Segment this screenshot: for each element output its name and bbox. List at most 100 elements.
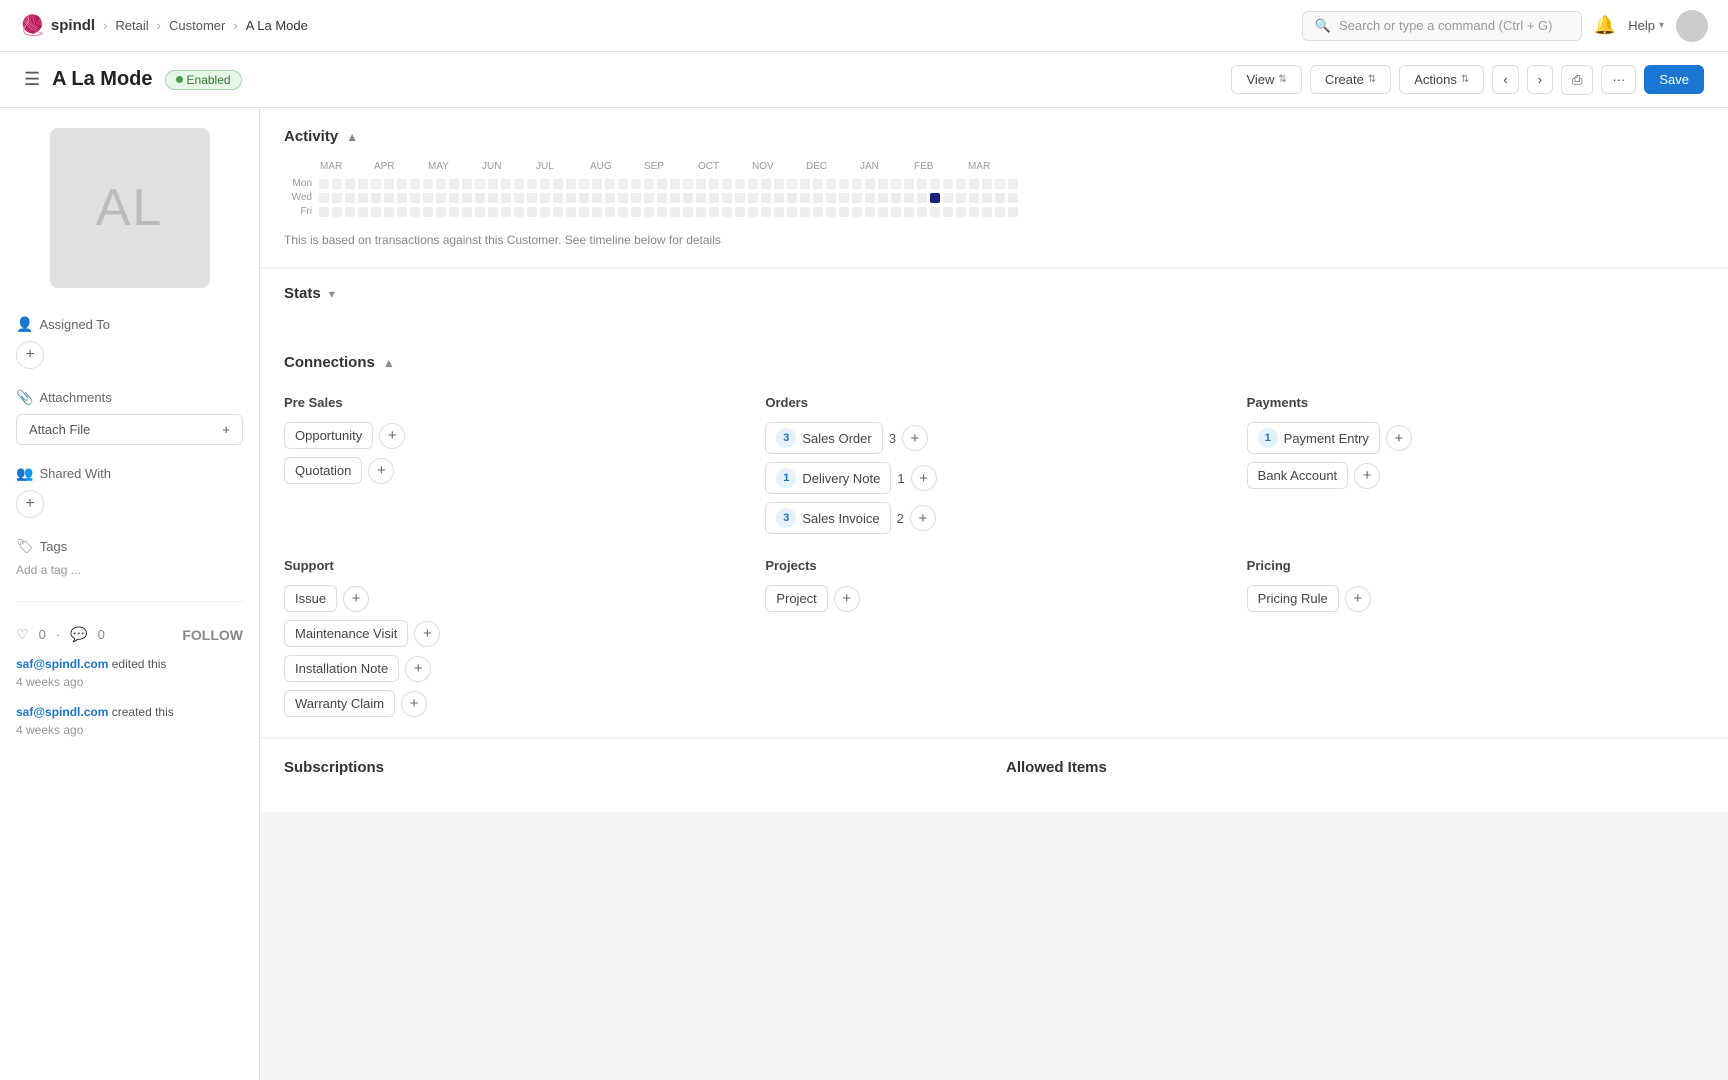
sales-invoice-count: 2	[897, 511, 904, 526]
pricing-rule-tag[interactable]: Pricing Rule	[1247, 585, 1339, 612]
user-avatar[interactable]	[1676, 10, 1708, 42]
heatmap-cell	[657, 193, 667, 203]
sales-invoice-tag[interactable]: 3 Sales Invoice	[765, 502, 890, 534]
save-button[interactable]: Save	[1644, 65, 1704, 94]
maintenance-visit-label: Maintenance Visit	[295, 626, 397, 641]
add-opportunity-button[interactable]: +	[379, 423, 405, 449]
heatmap-cell	[670, 193, 680, 203]
add-issue-button[interactable]: +	[343, 586, 369, 612]
add-sales-order-button[interactable]: +	[902, 425, 928, 451]
print-button[interactable]: ⎙	[1561, 65, 1593, 95]
projects-items: Project +	[765, 585, 1222, 612]
attachments-label: 📎 Attachments	[16, 389, 243, 406]
quotation-tag[interactable]: Quotation	[284, 457, 362, 484]
nav-next-button[interactable]: ›	[1527, 65, 1553, 94]
issue-tag[interactable]: Issue	[284, 585, 337, 612]
heatmap-row-fri: Fri	[284, 206, 1704, 217]
add-delivery-note-button[interactable]: +	[911, 465, 937, 491]
breadcrumb-customer[interactable]: Customer	[169, 18, 225, 33]
heatmap-cell	[956, 207, 966, 217]
heatmap-cell	[436, 193, 446, 203]
follow-button[interactable]: FOLLOW	[182, 627, 243, 643]
heatmap-cell	[436, 207, 446, 217]
installation-note-label: Installation Note	[295, 661, 388, 676]
heatmap-cell	[475, 179, 485, 189]
heatmap-cell	[878, 207, 888, 217]
main-layout: AL 👤 Assigned To + 📎 Attachments Attach …	[0, 108, 1728, 1080]
heatmap-cell	[579, 179, 589, 189]
nav-prev-button[interactable]: ‹	[1492, 65, 1518, 94]
heatmap-cell	[527, 207, 537, 217]
activity-header[interactable]: Activity ▲	[284, 128, 1704, 145]
heatmap-cell	[514, 193, 524, 203]
heatmap-cell	[423, 193, 433, 203]
search-box[interactable]: 🔍 Search or type a command (Ctrl + G)	[1302, 11, 1582, 41]
breadcrumb-sep-2: ›	[157, 18, 161, 33]
quotation-label: Quotation	[295, 463, 351, 478]
heatmap-cell	[761, 193, 771, 203]
add-pricing-rule-button[interactable]: +	[1345, 586, 1371, 612]
add-quotation-button[interactable]: +	[368, 458, 394, 484]
logo[interactable]: 🧶 spindl	[20, 13, 95, 38]
heatmap-cell	[332, 179, 342, 189]
add-maintenance-visit-button[interactable]: +	[414, 621, 440, 647]
subscriptions-header[interactable]: Subscriptions	[284, 759, 982, 776]
stats-collapse-icon: ▾	[329, 287, 335, 301]
actions-chevron-icon: ⇅	[1461, 74, 1469, 85]
comment-button[interactable]: 💬	[70, 626, 87, 643]
like-button[interactable]: ♡	[16, 626, 29, 643]
add-project-button[interactable]: +	[834, 586, 860, 612]
add-bank-account-button[interactable]: +	[1354, 463, 1380, 489]
add-tag-text[interactable]: Add a tag ...	[16, 563, 243, 577]
heatmap-cell	[488, 179, 498, 189]
create-button[interactable]: Create ⇅	[1310, 65, 1391, 94]
heatmap-cell	[631, 207, 641, 217]
add-installation-note-button[interactable]: +	[405, 656, 431, 682]
topnav-left: 🧶 spindl › Retail › Customer › A La Mode	[20, 13, 308, 38]
delivery-note-tag[interactable]: 1 Delivery Note	[765, 462, 891, 494]
add-shared-button[interactable]: +	[16, 490, 44, 518]
add-payment-entry-button[interactable]: +	[1386, 425, 1412, 451]
heatmap-cell	[1008, 193, 1018, 203]
sales-order-tag[interactable]: 3 Sales Order	[765, 422, 882, 454]
heatmap-cell	[670, 207, 680, 217]
heatmap-cell	[345, 179, 355, 189]
add-warranty-claim-button[interactable]: +	[401, 691, 427, 717]
stats-header[interactable]: Stats ▾	[284, 285, 1704, 302]
view-button[interactable]: View ⇅	[1231, 65, 1301, 94]
breadcrumb-retail[interactable]: Retail	[115, 18, 148, 33]
pre-sales-items: Opportunity + Quotation +	[284, 422, 741, 484]
log-user-0: saf@spindl.com	[16, 657, 108, 671]
connections-header[interactable]: Connections ▲	[284, 354, 1704, 371]
heatmap-cell	[358, 207, 368, 217]
payment-entry-tag[interactable]: 1 Payment Entry	[1247, 422, 1380, 454]
add-assignee-button[interactable]: +	[16, 341, 44, 369]
sales-order-item: 3 Sales Order 3 +	[765, 422, 1222, 454]
add-sales-invoice-button[interactable]: +	[910, 505, 936, 531]
attach-file-button[interactable]: Attach File +	[16, 414, 243, 445]
actions-button[interactable]: Actions ⇅	[1399, 65, 1484, 94]
menu-toggle-button[interactable]: ☰	[24, 69, 40, 90]
heatmap-cell	[735, 193, 745, 203]
project-tag[interactable]: Project	[765, 585, 827, 612]
heatmap-cell	[592, 193, 602, 203]
warranty-claim-tag[interactable]: Warranty Claim	[284, 690, 395, 717]
heatmap-cell	[878, 193, 888, 203]
installation-note-tag[interactable]: Installation Note	[284, 655, 399, 682]
bank-account-tag[interactable]: Bank Account	[1247, 462, 1349, 489]
heatmap-cell	[423, 179, 433, 189]
heatmap-cell	[514, 179, 524, 189]
notifications-button[interactable]: 🔔	[1594, 15, 1616, 36]
more-button[interactable]: ···	[1601, 65, 1636, 94]
heatmap-cell	[475, 193, 485, 203]
heatmap-cell	[410, 179, 420, 189]
heatmap-cell	[319, 179, 329, 189]
help-button[interactable]: Help ▾	[1628, 18, 1664, 33]
opportunity-tag[interactable]: Opportunity	[284, 422, 373, 449]
allowed-items-header[interactable]: Allowed Items	[1006, 759, 1704, 776]
heatmap-cell	[839, 179, 849, 189]
heatmap-cell	[345, 207, 355, 217]
heatmap-cell	[995, 207, 1005, 217]
maintenance-visit-tag[interactable]: Maintenance Visit	[284, 620, 408, 647]
heatmap-cell	[332, 207, 342, 217]
